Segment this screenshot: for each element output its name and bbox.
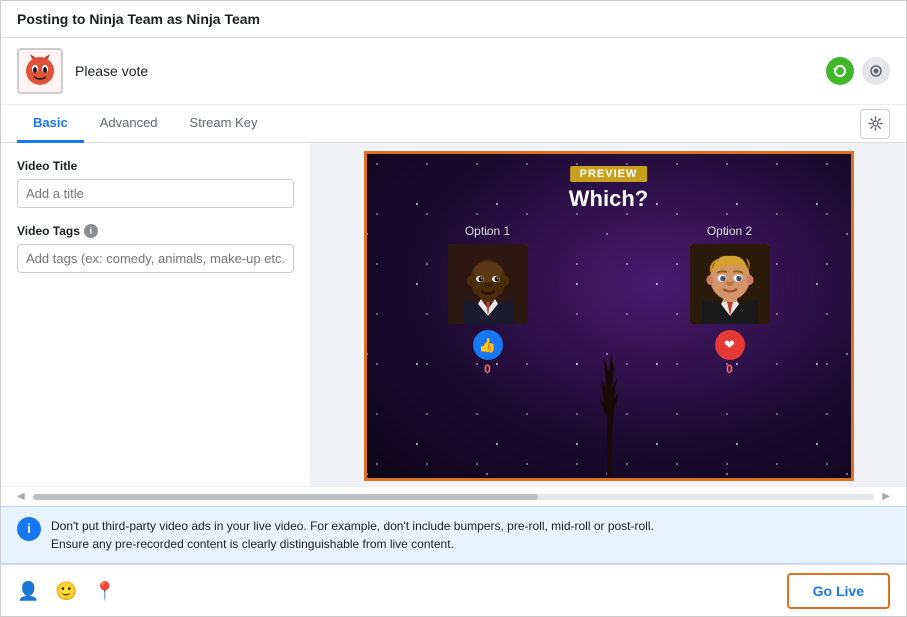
tab-basic[interactable]: Basic <box>17 105 84 143</box>
right-panel: PREVIEW Which? Option 1 <box>311 143 906 486</box>
option1-label: Option 1 <box>465 224 510 238</box>
tabs-row: Basic Advanced Stream Key <box>1 105 906 143</box>
preview-container: PREVIEW Which? Option 1 <box>364 151 854 481</box>
person-icon[interactable]: 👤 <box>17 581 39 602</box>
scrollbar-area: ◀ ▶ <box>1 486 906 506</box>
go-live-button[interactable]: Go Live <box>787 573 890 609</box>
option1: Option 1 <box>448 224 528 376</box>
video-tags-input[interactable] <box>17 244 294 273</box>
footer: 👤 🙂 📍 Go Live <box>1 564 906 617</box>
info-icon-banner: i <box>17 517 41 541</box>
preview-label: PREVIEW <box>570 166 648 182</box>
video-tags-label: Video Tags i <box>17 224 294 238</box>
main-content: Video Title Video Tags i PREVIEW Which? … <box>1 143 906 486</box>
option2-label: Option 2 <box>707 224 752 238</box>
tab-stream-key[interactable]: Stream Key <box>174 105 274 143</box>
profile-name: Please vote <box>75 63 148 79</box>
gear-icon[interactable] <box>860 109 890 139</box>
header: Posting to Ninja Team as Ninja Team <box>1 1 906 38</box>
video-title-label: Video Title <box>17 159 294 173</box>
footer-left: 👤 🙂 📍 <box>17 581 116 602</box>
option1-photo <box>448 244 528 324</box>
location-icon[interactable]: 📍 <box>94 581 116 602</box>
scroll-right-arrow[interactable]: ▶ <box>882 491 890 502</box>
scrollbar-track[interactable] <box>33 494 875 500</box>
video-title-input[interactable] <box>17 179 294 208</box>
info-icon[interactable]: i <box>84 224 98 238</box>
profile-icons <box>826 57 890 85</box>
preview-title: Which? <box>569 186 648 212</box>
profile-settings-icon[interactable] <box>862 57 890 85</box>
info-text: Don't put third-party video ads in your … <box>51 517 654 553</box>
option2-vote: ❤ 0 <box>715 330 745 376</box>
heart-button[interactable]: ❤ <box>715 330 745 360</box>
option1-vote: 👍 0 <box>473 330 503 376</box>
scrollbar-thumb <box>33 494 538 500</box>
scroll-left-arrow[interactable]: ◀ <box>17 491 25 502</box>
options-row: Option 1 <box>367 224 851 376</box>
header-title: Posting to Ninja Team as Ninja Team <box>17 11 260 27</box>
option2: Option 2 <box>690 224 770 376</box>
like-button[interactable]: 👍 <box>473 330 503 360</box>
avatar <box>17 48 63 94</box>
preview-background: PREVIEW Which? Option 1 <box>367 154 851 478</box>
profile-row: Please vote <box>1 38 906 105</box>
option1-count: 0 <box>484 362 491 376</box>
left-panel: Video Title Video Tags i <box>1 143 311 486</box>
option2-count: 0 <box>726 362 733 376</box>
info-banner: i Don't put third-party video ads in you… <box>1 506 906 564</box>
refresh-icon[interactable] <box>826 57 854 85</box>
emoji-icon[interactable]: 🙂 <box>55 581 77 602</box>
option2-photo <box>690 244 770 324</box>
tab-advanced[interactable]: Advanced <box>84 105 174 143</box>
